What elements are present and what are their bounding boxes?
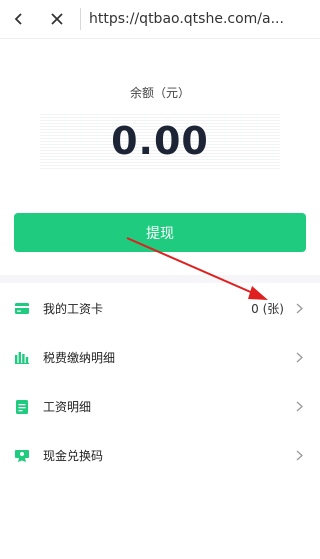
menu-item-salary-details[interactable]: 工资明细 bbox=[0, 382, 320, 431]
chevron-right-icon bbox=[296, 401, 306, 412]
payslip-icon bbox=[15, 399, 29, 414]
withdraw-button[interactable]: 提现 bbox=[14, 213, 306, 252]
balance-amount: 0.00 bbox=[111, 119, 209, 163]
salary-card-count: 0 (张) bbox=[251, 302, 284, 316]
menu-item-label: 现金兑换码 bbox=[43, 449, 104, 463]
menu-item-label: 我的工资卡 bbox=[43, 302, 104, 316]
chevron-right-icon bbox=[296, 450, 306, 461]
balance-label: 余额（元） bbox=[129, 86, 190, 100]
toolbar-divider bbox=[80, 8, 81, 30]
menu-item-label: 工资明细 bbox=[43, 400, 92, 414]
menu-item-cash-redeem-code[interactable]: 现金兑换码 bbox=[0, 431, 320, 480]
chevron-right-icon bbox=[296, 352, 306, 363]
back-arrow-icon bbox=[14, 13, 22, 25]
chevron-right-icon bbox=[296, 303, 306, 314]
close-icon bbox=[51, 13, 63, 25]
wallet-page: https://qtbao.qtshe.com/a... 余额（元） 0.00 … bbox=[0, 0, 320, 559]
back-button[interactable] bbox=[0, 0, 38, 38]
menu-list: 我的工资卡 0 (张) 税费缴纳明细 工资明细 现金兑换码 bbox=[0, 284, 320, 480]
menu-item-tax-details[interactable]: 税费缴纳明细 bbox=[0, 333, 320, 382]
section-divider bbox=[0, 275, 320, 283]
url-bar[interactable]: https://qtbao.qtshe.com/a... bbox=[89, 11, 285, 27]
menu-item-label: 税费缴纳明细 bbox=[43, 351, 116, 365]
menu-item-salary-card[interactable]: 我的工资卡 0 (张) bbox=[0, 284, 320, 333]
redeem-icon bbox=[15, 449, 29, 463]
card-icon bbox=[15, 302, 29, 316]
browser-toolbar: https://qtbao.qtshe.com/a... bbox=[0, 0, 320, 39]
close-button[interactable] bbox=[38, 0, 76, 38]
tax-chart-icon bbox=[15, 351, 29, 365]
